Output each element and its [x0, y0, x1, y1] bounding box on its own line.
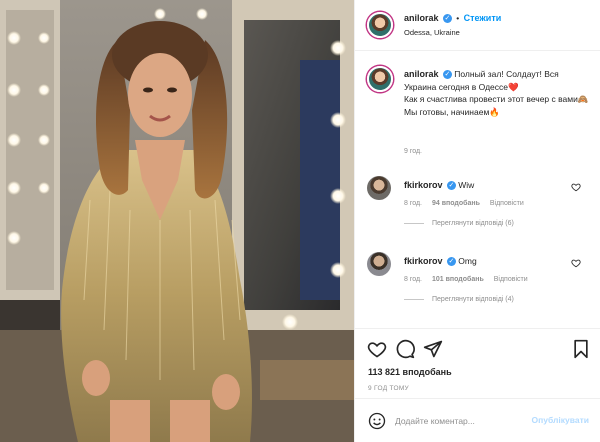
post-header: anilorak ✓ • Стежити Odessa, Ukraine	[355, 0, 600, 51]
verified-badge-icon: ✓	[446, 181, 456, 191]
comment-timestamp[interactable]: 8 год.	[404, 200, 422, 207]
post-side-panel: anilorak ✓ • Стежити Odessa, Ukraine ani…	[354, 0, 600, 442]
replies-line	[404, 298, 424, 300]
commenter-avatar[interactable]	[367, 252, 391, 276]
verified-badge-icon: ✓	[446, 257, 456, 267]
caption-text: anilorak ✓ Полный зал! Солдаут! Вся Укра…	[404, 68, 589, 118]
comment-text: fkirkorov ✓ Wiw	[404, 180, 475, 191]
view-replies-label: Переглянути відповіді (6)	[432, 220, 514, 227]
comment-username[interactable]: fkirkorov	[404, 256, 443, 266]
caption-timestamp[interactable]: 9 год.	[404, 148, 422, 155]
caption-line-3: Мы готовы, начинаем🔥	[404, 106, 500, 117]
commenter-avatar[interactable]	[367, 176, 391, 200]
comment-likes-count[interactable]: 94 вподобань	[432, 200, 480, 207]
comment-meta: 8 год. 94 вподобань Відповісти	[404, 200, 524, 207]
bookmark-icon[interactable]	[571, 339, 591, 359]
view-replies-button[interactable]: Переглянути відповіді (6)	[404, 220, 514, 227]
location-link[interactable]: Odessa, Ukraine	[404, 28, 460, 37]
comment-like-heart-icon[interactable]	[571, 182, 581, 192]
comment-icon[interactable]	[395, 339, 415, 359]
heart-icon[interactable]	[367, 339, 387, 359]
author-line: anilorak ✓ • Стежити	[404, 13, 502, 24]
comment-body: Wiw	[458, 180, 475, 190]
separator-dot: •	[456, 13, 460, 23]
view-replies-button[interactable]: Переглянути відповіді (4)	[404, 296, 514, 303]
replies-line	[404, 222, 424, 224]
comment-text: fkirkorov ✓ Omg	[404, 256, 477, 267]
caption-avatar[interactable]	[367, 66, 393, 92]
emoji-icon[interactable]	[368, 412, 386, 430]
add-comment-input[interactable]	[395, 414, 525, 428]
post-timestamp[interactable]: 9 ГОД ТОМУ	[368, 385, 409, 392]
likes-count[interactable]: 113 821 вподобань	[368, 367, 452, 377]
verified-badge-icon: ✓	[442, 70, 452, 80]
author-username[interactable]: anilorak	[404, 13, 439, 23]
reply-button[interactable]: Відповісти	[494, 276, 528, 283]
caption-line-2: Как я счастлива провести этот вечер с ва…	[404, 94, 589, 104]
comment-like-heart-icon[interactable]	[571, 258, 581, 268]
add-comment-bar: Опублікувати	[355, 398, 600, 442]
post-photo[interactable]	[0, 0, 354, 442]
instagram-post: anilorak ✓ • Стежити Odessa, Ukraine ani…	[0, 0, 600, 442]
post-photo-image	[0, 0, 354, 442]
view-replies-label: Переглянути відповіді (4)	[432, 296, 514, 303]
caption-username[interactable]: anilorak	[404, 69, 439, 79]
author-avatar[interactable]	[367, 12, 393, 38]
comments-list: anilorak ✓ Полный зал! Солдаут! Вся Укра…	[355, 52, 600, 328]
comment-likes-count[interactable]: 101 вподобань	[432, 276, 484, 283]
verified-badge-icon: ✓	[442, 14, 452, 24]
comment-body: Omg	[458, 256, 477, 266]
publish-button[interactable]: Опублікувати	[532, 415, 589, 425]
comment-timestamp[interactable]: 8 год.	[404, 276, 422, 283]
send-icon[interactable]	[423, 339, 443, 359]
reply-button[interactable]: Відповісти	[490, 200, 524, 207]
follow-button[interactable]: Стежити	[464, 13, 502, 23]
comment-meta: 8 год. 101 вподобань Відповісти	[404, 276, 528, 283]
comment-username[interactable]: fkirkorov	[404, 180, 443, 190]
